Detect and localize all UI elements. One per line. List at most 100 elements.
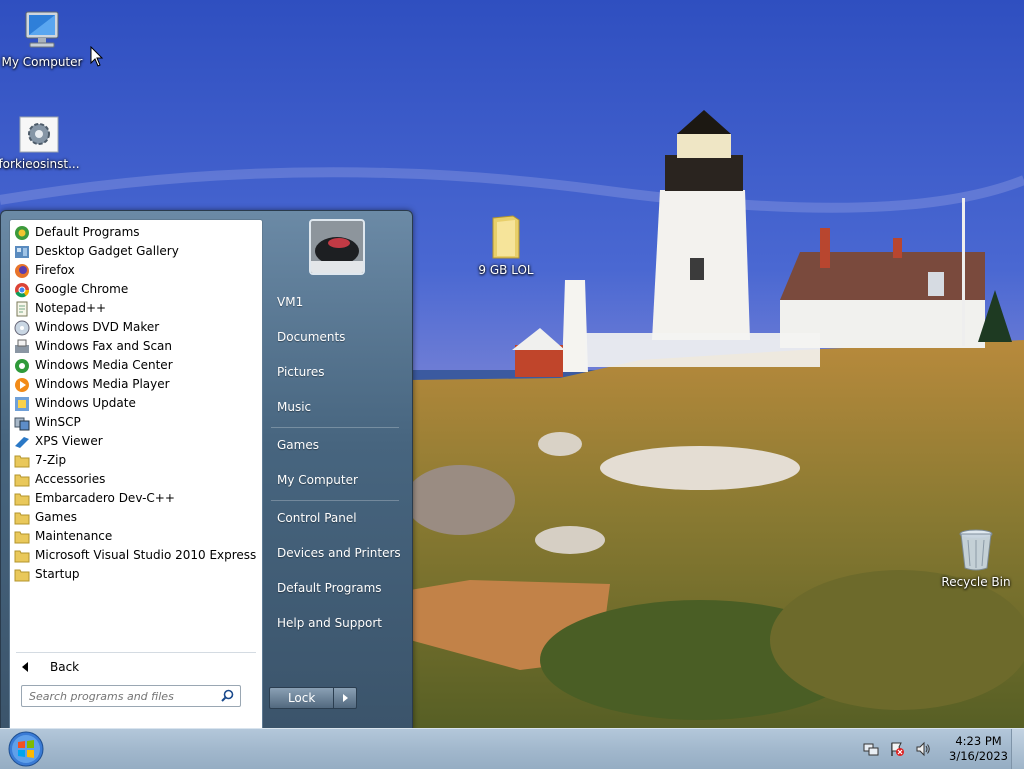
program-label: Embarcadero Dev-C++ (35, 491, 175, 505)
program-item[interactable]: Windows Media Center (10, 356, 262, 375)
clock-time: 4:23 PM (955, 734, 1002, 748)
chevron-right-icon (342, 694, 348, 702)
program-item[interactable]: Google Chrome (10, 280, 262, 299)
program-item[interactable]: XPS Viewer (10, 432, 262, 451)
program-item[interactable]: Notepad++ (10, 299, 262, 318)
windows-update-icon (15, 396, 29, 411)
lock-button[interactable]: Lock (270, 688, 335, 708)
desktop-icon-recycle-bin[interactable]: Recycle Bin (934, 528, 1018, 589)
program-label: Games (35, 510, 77, 524)
program-item[interactable]: Embarcadero Dev-C++ (10, 489, 262, 508)
back-button[interactable]: Back (18, 656, 79, 678)
program-item[interactable]: Firefox (10, 261, 262, 280)
divider (271, 427, 399, 428)
system-tray: 4:23 PM 3/16/2023 (863, 729, 1008, 769)
search-icon[interactable] (221, 689, 234, 702)
right-item-control-panel[interactable]: Control Panel (277, 511, 357, 525)
desktop-icon-label: forkieosinst... (0, 157, 80, 171)
program-label: Maintenance (35, 529, 113, 543)
desktop-icon-my-computer[interactable]: My Computer (0, 10, 84, 69)
default-programs-icon (15, 225, 29, 240)
program-label: Microsoft Visual Studio 2010 Express (35, 548, 257, 562)
media-player-icon (15, 377, 29, 392)
start-menu: Default Programs Desktop Gadget Gallery Fi… (0, 210, 413, 731)
right-item-devices-printers[interactable]: Devices and Printers (277, 546, 401, 560)
back-arrow-icon (22, 662, 28, 672)
right-item-default-programs[interactable]: Default Programs (277, 581, 382, 595)
folder-icon (14, 474, 30, 486)
program-label: 7-Zip (35, 453, 67, 467)
desktop-icon-label: 9 GB LOL (478, 263, 534, 277)
gadget-gallery-icon (15, 245, 29, 258)
program-item[interactable]: Windows DVD Maker (10, 318, 262, 337)
program-label: Windows Fax and Scan (35, 339, 173, 353)
start-menu-programs-pane: Default Programs Desktop Gadget Gallery Fi… (9, 219, 263, 731)
folder-icon (14, 550, 30, 562)
show-desktop-button[interactable] (1011, 729, 1024, 769)
program-item[interactable]: Desktop Gadget Gallery (10, 242, 262, 261)
program-label: Default Programs (35, 225, 140, 239)
program-label: Windows DVD Maker (35, 320, 160, 334)
network-icon[interactable] (863, 741, 879, 757)
folder-icon (14, 512, 30, 524)
folder-icon (14, 531, 30, 543)
program-label: WinSCP (35, 415, 81, 429)
start-button[interactable] (6, 730, 46, 768)
program-item[interactable]: Default Programs (10, 223, 262, 242)
program-item[interactable]: Windows Fax and Scan (10, 337, 262, 356)
user-avatar[interactable] (309, 219, 365, 275)
desktop-icon-9gb-folder[interactable]: 9 GB LOL (464, 214, 548, 277)
shutdown-options-button[interactable] (334, 688, 356, 708)
recycle-bin-icon (959, 529, 993, 571)
folder-icon (14, 569, 30, 581)
chrome-icon (15, 282, 30, 297)
folder-icon (492, 215, 520, 259)
lock-button-group: Lock (269, 687, 357, 709)
fax-scan-icon (15, 339, 29, 353)
program-item[interactable]: 7-Zip (10, 451, 262, 470)
clock-date: 3/16/2023 (949, 749, 1008, 763)
search-input[interactable] (27, 688, 221, 704)
search-box[interactable] (21, 685, 241, 707)
computer-icon (25, 11, 59, 48)
program-label: XPS Viewer (35, 434, 103, 448)
program-item[interactable]: Games (10, 508, 262, 527)
right-item-user[interactable]: VM1 (277, 295, 303, 309)
right-item-documents[interactable]: Documents (277, 330, 345, 344)
program-item[interactable]: Accessories (10, 470, 262, 489)
desktop-icon-label: Recycle Bin (941, 575, 1011, 589)
right-item-music[interactable]: Music (277, 400, 311, 414)
media-center-icon (15, 358, 29, 373)
program-item[interactable]: Microsoft Visual Studio 2010 Express (10, 546, 262, 565)
clock[interactable]: 4:23 PM 3/16/2023 (949, 734, 1008, 764)
program-label: Windows Update (35, 396, 136, 410)
installer-gear-icon (19, 116, 59, 153)
mouse-cursor-icon (90, 46, 104, 67)
action-center-flag-icon[interactable] (889, 741, 905, 757)
program-item[interactable]: Startup (10, 565, 262, 584)
program-label: Notepad++ (35, 301, 107, 315)
folder-icon (14, 455, 30, 467)
program-label: Accessories (35, 472, 106, 486)
firefox-icon (15, 263, 29, 278)
program-item[interactable]: Windows Update (10, 394, 262, 413)
right-item-pictures[interactable]: Pictures (277, 365, 325, 379)
program-item[interactable]: Maintenance (10, 527, 262, 546)
program-item[interactable]: Windows Media Player (10, 375, 262, 394)
folder-icon (14, 493, 30, 505)
right-item-my-computer[interactable]: My Computer (277, 473, 358, 487)
dvd-maker-icon (14, 320, 30, 335)
program-label: Windows Media Center (35, 358, 173, 372)
notepad-icon (16, 301, 28, 316)
program-item[interactable]: WinSCP (10, 413, 262, 432)
desktop-icon-forkieosinst[interactable]: forkieosinst... (0, 116, 81, 171)
program-label: Windows Media Player (35, 377, 170, 391)
program-label: Firefox (35, 263, 75, 277)
divider (271, 500, 399, 501)
xps-viewer-icon (15, 436, 29, 448)
volume-icon[interactable] (915, 741, 931, 757)
right-item-games[interactable]: Games (277, 438, 319, 452)
right-item-help-support[interactable]: Help and Support (277, 616, 382, 630)
program-list: Default Programs Desktop Gadget Gallery Fi… (10, 220, 262, 584)
desktop-icon-label: My Computer (1, 55, 83, 69)
